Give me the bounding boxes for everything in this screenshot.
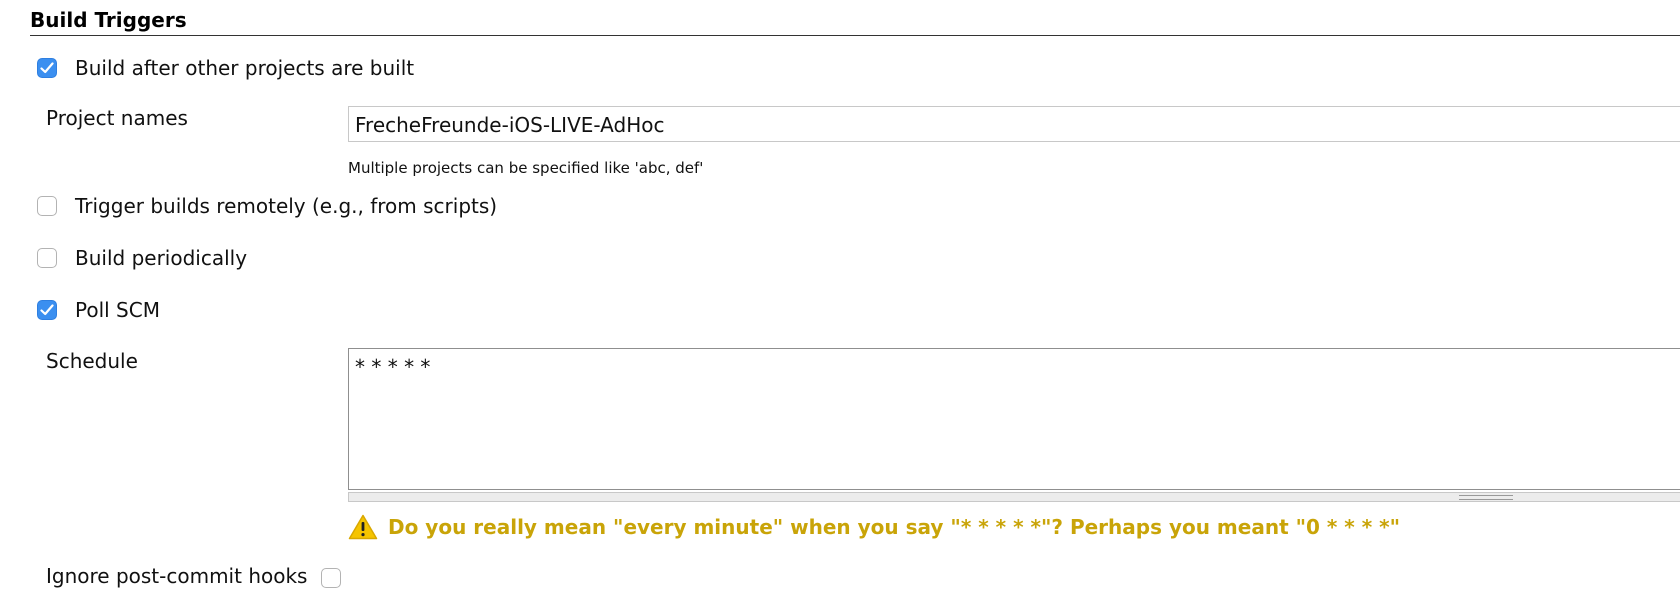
project-names-input[interactable] xyxy=(348,106,1680,142)
section-divider xyxy=(30,35,1680,36)
trigger-remote-label: Trigger builds remotely (e.g., from scri… xyxy=(75,194,498,218)
check-icon xyxy=(40,304,54,316)
resize-grip-icon xyxy=(1459,495,1513,500)
trigger-remote-checkbox[interactable] xyxy=(37,196,57,216)
build-periodically-label: Build periodically xyxy=(75,246,248,270)
build-periodically-row: Build periodically xyxy=(37,246,247,270)
ignore-hooks-label: Ignore post-commit hooks xyxy=(46,564,308,588)
poll-scm-label: Poll SCM xyxy=(75,298,160,322)
build-triggers-page: Build Triggers Build after other project… xyxy=(0,0,1680,610)
check-icon xyxy=(40,62,54,74)
schedule-textarea[interactable]: * * * * * xyxy=(348,348,1680,490)
build-periodically-checkbox[interactable] xyxy=(37,248,57,268)
schedule-label: Schedule xyxy=(46,349,138,373)
build-after-label: Build after other projects are built xyxy=(75,56,415,80)
project-names-label: Project names xyxy=(46,106,188,130)
schedule-warning-text: Do you really mean "every minute" when y… xyxy=(388,515,1401,539)
ignore-hooks-row: Ignore post-commit hooks xyxy=(46,564,342,588)
project-names-help: Multiple projects can be specified like … xyxy=(348,159,704,177)
textarea-resize-handle[interactable] xyxy=(348,492,1680,502)
build-after-row: Build after other projects are built xyxy=(37,56,414,80)
section-title: Build Triggers xyxy=(30,8,187,32)
trigger-remote-row: Trigger builds remotely (e.g., from scri… xyxy=(37,194,497,218)
warning-icon xyxy=(348,514,378,540)
build-after-checkbox[interactable] xyxy=(37,58,57,78)
poll-scm-row: Poll SCM xyxy=(37,298,160,322)
ignore-hooks-checkbox[interactable] xyxy=(321,568,342,588)
schedule-warning: Do you really mean "every minute" when y… xyxy=(348,514,1400,540)
poll-scm-checkbox[interactable] xyxy=(37,300,57,320)
